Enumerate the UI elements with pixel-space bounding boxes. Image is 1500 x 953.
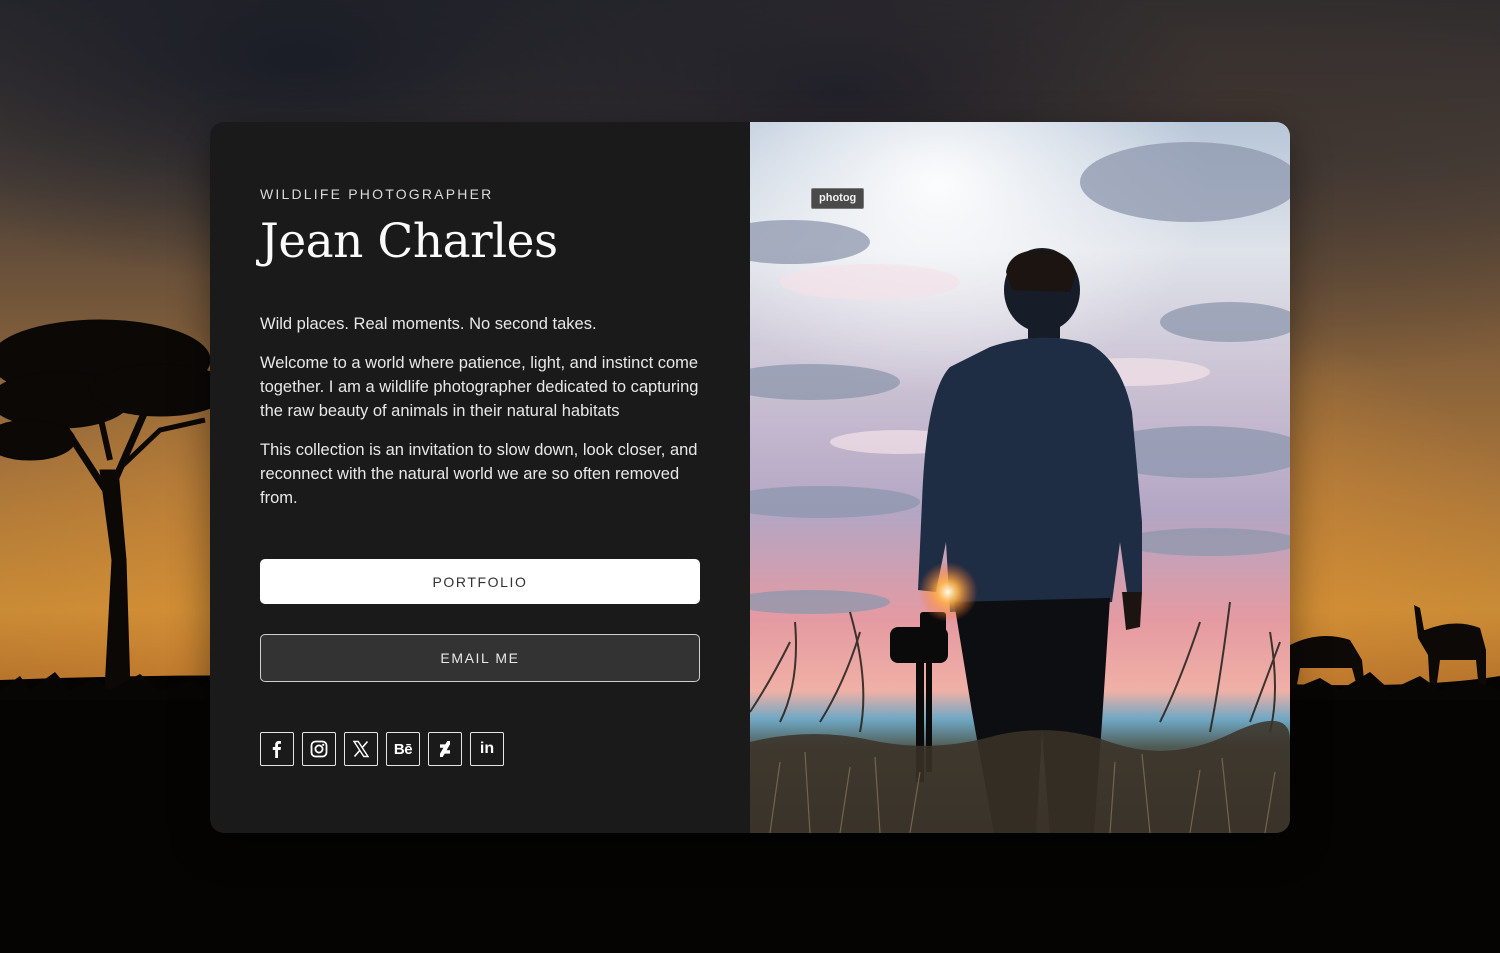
profile-eyebrow: WILDLIFE PHOTOGRAPHER — [260, 186, 494, 202]
behance-icon: Bē — [393, 740, 413, 758]
page: WILDLIFE PHOTOGRAPHER Jean Charles Wild … — [0, 0, 1500, 953]
x-icon — [352, 740, 370, 758]
deviantart-icon — [440, 741, 450, 757]
photo-image — [750, 122, 1290, 833]
x-link[interactable] — [344, 732, 378, 766]
profile-card: WILDLIFE PHOTOGRAPHER Jean Charles Wild … — [210, 122, 1290, 833]
email-me-button[interactable]: EMAIL ME — [260, 634, 700, 682]
linkedin-icon: in — [479, 740, 495, 757]
behance-link[interactable]: Bē — [386, 732, 420, 766]
instagram-link[interactable] — [302, 732, 336, 766]
profile-name: Jean Charles — [260, 214, 558, 269]
facebook-icon — [272, 741, 281, 758]
photo-tag-badge: photog — [811, 188, 865, 209]
facebook-link[interactable] — [260, 732, 294, 766]
linkedin-link[interactable]: in — [470, 732, 504, 766]
profile-panel: WILDLIFE PHOTOGRAPHER Jean Charles Wild … — [210, 122, 750, 833]
profile-tagline: Wild places. Real moments. No second tak… — [260, 315, 597, 333]
deviantart-link[interactable] — [428, 732, 462, 766]
profile-intro: Welcome to a world where patience, light… — [260, 354, 699, 420]
social-links: Bē in — [260, 732, 504, 766]
portfolio-button[interactable]: PORTFOLIO — [260, 559, 700, 604]
instagram-icon — [310, 740, 328, 758]
photographer-photo: photog — [750, 122, 1290, 833]
profile-collection-text: This collection is an invitation to slow… — [260, 441, 698, 507]
